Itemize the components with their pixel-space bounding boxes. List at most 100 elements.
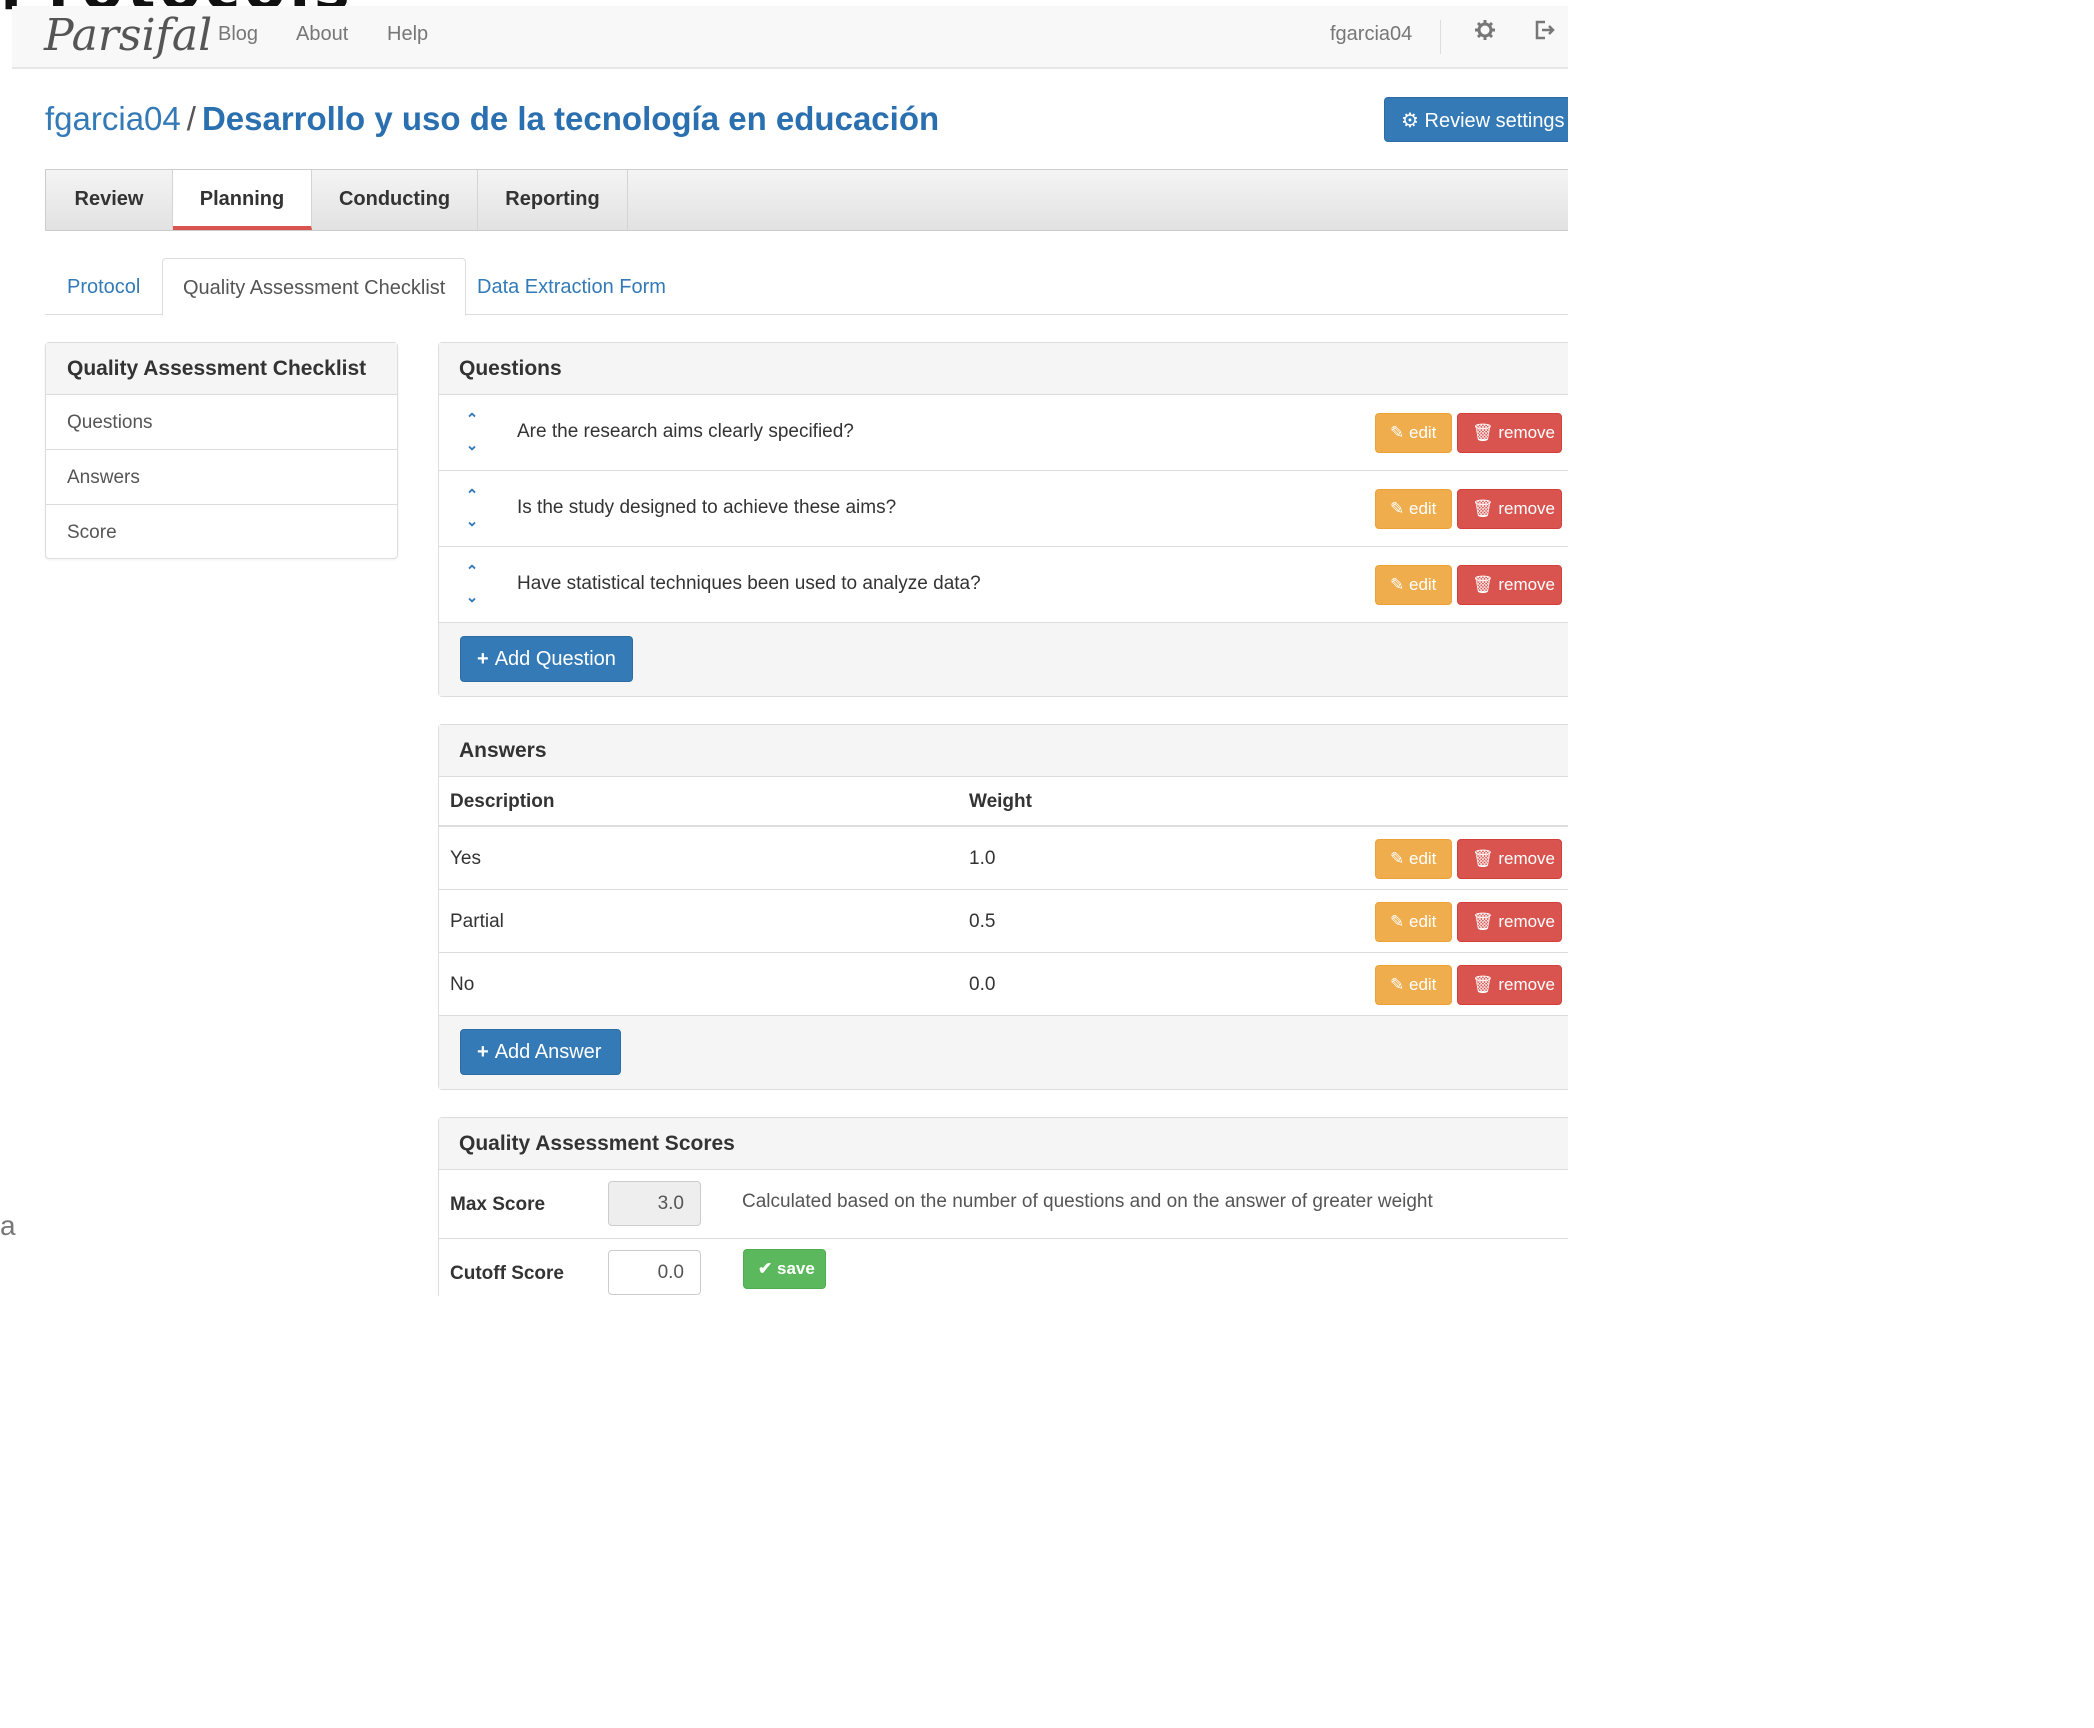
remove-label: remove: [1498, 499, 1556, 518]
column-header-description: Description: [450, 791, 555, 812]
edit-button[interactable]: ✎ edit: [1375, 413, 1452, 453]
remove-button[interactable]: 🗑 remove: [1457, 413, 1562, 453]
add-question-label: Add Question: [494, 648, 616, 670]
review-owner-link[interactable]: fgarcia04: [45, 100, 181, 137]
question-row: ⌃ ⌄ Is the study designed to achieve thes…: [439, 471, 1568, 547]
nav-divider: [1440, 20, 1441, 54]
edit-label: edit: [1408, 575, 1437, 594]
sidebar: Quality Assessment Checklist Questions A…: [45, 342, 398, 559]
answer-description: No: [450, 974, 475, 995]
add-answer-button[interactable]: + Add Answer: [460, 1029, 621, 1075]
title-separator: /: [186, 100, 196, 137]
edit-button[interactable]: ✎ edit: [1375, 839, 1452, 879]
reorder-arrows: ⌃ ⌄: [461, 559, 483, 611]
edit-label: edit: [1408, 912, 1437, 931]
review-settings-button[interactable]: ⚙ Review settings: [1384, 97, 1568, 142]
question-row: ⌃ ⌄ Are the research aims clearly specifi…: [439, 395, 1568, 471]
answer-description: Partial: [450, 911, 504, 932]
edit-button[interactable]: ✎ edit: [1375, 565, 1452, 605]
sidebar-item-questions[interactable]: Questions: [46, 395, 397, 450]
pencil-icon: ✎: [1390, 849, 1405, 868]
pencil-icon: ✎: [1390, 423, 1405, 442]
answers-panel-footer: + Add Answer: [439, 1016, 1568, 1089]
check-icon: ✔: [758, 1259, 773, 1278]
edit-label: edit: [1408, 423, 1437, 442]
chevron-down-icon[interactable]: ⌄: [461, 585, 483, 611]
chevron-up-icon[interactable]: ⌃: [461, 559, 483, 585]
subtab-data-extraction-form[interactable]: Data Extraction Form: [457, 258, 686, 315]
tab-reporting[interactable]: Reporting: [478, 170, 628, 230]
remove-button[interactable]: 🗑 remove: [1457, 489, 1562, 529]
logout-icon[interactable]: [1534, 20, 1556, 46]
save-label: save: [776, 1259, 815, 1278]
sub-tabs: Protocol Quality Assessment Checklist Da…: [45, 258, 1568, 316]
max-score-row: Max Score 3.0 Calculated based on the nu…: [439, 1170, 1568, 1239]
remove-button[interactable]: 🗑 remove: [1457, 565, 1562, 605]
remove-label: remove: [1498, 849, 1556, 868]
chevron-down-icon[interactable]: ⌄: [461, 509, 483, 535]
answers-panel: Answers Description Weight Yes 1.0 ✎ edi…: [438, 724, 1568, 1090]
subtab-protocol[interactable]: Protocol: [47, 258, 160, 315]
sidebar-item-answers[interactable]: Answers: [46, 450, 397, 505]
edit-label: edit: [1408, 975, 1437, 994]
tab-planning[interactable]: Planning: [173, 170, 312, 230]
remove-label: remove: [1498, 912, 1556, 931]
review-settings-label: Review settings: [1424, 110, 1565, 132]
pencil-icon: ✎: [1390, 499, 1405, 518]
gear-icon[interactable]: [1475, 20, 1495, 46]
answer-weight: 0.0: [969, 974, 996, 995]
max-score-label: Max Score: [450, 1194, 546, 1215]
tab-conducting[interactable]: Conducting: [312, 170, 478, 230]
table-row: No 0.0 ✎ edit 🗑 remove: [439, 953, 1568, 1016]
trash-icon: 🗑: [1472, 575, 1494, 594]
nav-about-link[interactable]: About: [296, 23, 348, 46]
edit-button[interactable]: ✎ edit: [1375, 489, 1452, 529]
questions-panel-title: Questions: [439, 343, 1568, 395]
tab-review[interactable]: Review: [46, 170, 173, 230]
edit-button[interactable]: ✎ edit: [1375, 902, 1452, 942]
app-window: Protocols Parsifal Blog About Help fgarc…: [0, 0, 1568, 1296]
answers-panel-title: Answers: [439, 725, 1568, 777]
nav-blog-link[interactable]: Blog: [218, 23, 258, 46]
edit-label: edit: [1408, 849, 1437, 868]
remove-label: remove: [1498, 575, 1556, 594]
trash-icon: 🗑: [1472, 975, 1494, 994]
save-button[interactable]: ✔ save: [743, 1249, 826, 1289]
cutoff-score-input[interactable]: 0.0: [608, 1250, 701, 1295]
subtab-quality-assessment-checklist[interactable]: Quality Assessment Checklist: [162, 258, 467, 316]
remove-button[interactable]: 🗑 remove: [1457, 902, 1562, 942]
scores-panel-title: Quality Assessment Scores: [439, 1118, 1568, 1170]
chevron-up-icon[interactable]: ⌃: [461, 483, 483, 509]
brand-logo[interactable]: Parsifal: [44, 10, 212, 61]
edit-button[interactable]: ✎ edit: [1375, 965, 1452, 1005]
review-name-link[interactable]: Desarrollo y uso de la tecnología en edu…: [202, 100, 939, 137]
question-row: ⌃ ⌄ Have statistical techniques been used…: [439, 547, 1568, 623]
trash-icon: 🗑: [1472, 499, 1494, 518]
user-menu[interactable]: fgarcia04: [1330, 23, 1412, 46]
edit-label: edit: [1408, 499, 1437, 518]
chevron-up-icon[interactable]: ⌃: [461, 407, 483, 433]
sidebar-item-score[interactable]: Score: [46, 505, 397, 560]
top-navbar: Parsifal Blog About Help fgarcia04: [12, 6, 1568, 69]
add-question-button[interactable]: + Add Question: [460, 636, 633, 682]
plus-icon: +: [477, 648, 489, 670]
trash-icon: 🗑: [1472, 912, 1494, 931]
add-answer-label: Add Answer: [494, 1041, 602, 1063]
answer-weight: 1.0: [969, 848, 996, 869]
pencil-icon: ✎: [1390, 575, 1405, 594]
reorder-arrows: ⌃ ⌄: [461, 483, 483, 535]
nav-help-link[interactable]: Help: [387, 23, 428, 46]
remove-label: remove: [1498, 975, 1556, 994]
questions-panel-footer: + Add Question: [439, 623, 1568, 696]
question-text: Are the research aims clearly specified?: [517, 421, 854, 442]
question-text: Is the study designed to achieve these a…: [517, 497, 897, 518]
table-row: Partial 0.5 ✎ edit 🗑 remove: [439, 890, 1568, 953]
remove-button[interactable]: 🗑 remove: [1457, 965, 1562, 1005]
scores-panel: Quality Assessment Scores Max Score 3.0 …: [438, 1117, 1568, 1296]
chevron-down-icon[interactable]: ⌄: [461, 433, 483, 459]
trash-icon: 🗑: [1472, 423, 1494, 442]
trash-icon: 🗑: [1472, 849, 1494, 868]
question-text: Have statistical techniques been used to…: [517, 573, 981, 594]
remove-button[interactable]: 🗑 remove: [1457, 839, 1562, 879]
answer-weight: 0.5: [969, 911, 996, 932]
